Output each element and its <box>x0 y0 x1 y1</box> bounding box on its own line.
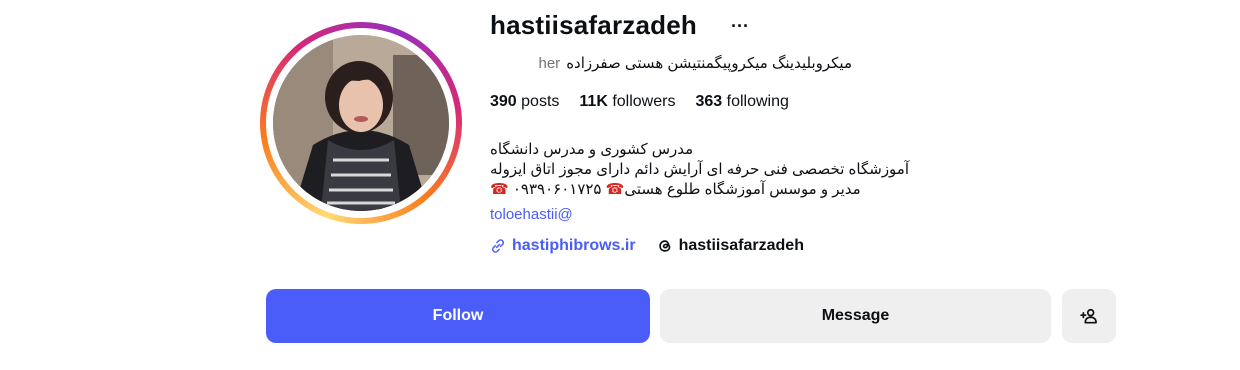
telephone-icon-2: ☎ <box>490 181 509 198</box>
website-link[interactable]: hastiphibrows.ir <box>489 237 636 255</box>
bio-line-3: مدیر و موسس آموزشگاه طلوع هستی☎ ۰۹۳۹۰۶۰۱… <box>490 180 970 200</box>
avatar-illustration <box>273 35 449 211</box>
bio-line-3-text: مدیر و موسس آموزشگاه طلوع هستی <box>624 181 861 198</box>
link-icon <box>491 239 505 253</box>
profile-stats: 390 posts 11K followers 363 following <box>490 91 789 113</box>
profile-pronouns: her <box>538 55 561 72</box>
suggested-accounts-button[interactable] <box>1062 289 1116 343</box>
following-count: 363 <box>695 93 723 110</box>
avatar-photo <box>273 35 449 211</box>
threads-link-label: hastiisafarzadeh <box>678 237 804 254</box>
profile-name-line: میکروبلیدینگ میکروپیگمنتیشن هستی صفرزاده… <box>490 53 853 75</box>
profile-avatar[interactable] <box>260 22 462 224</box>
threads-icon <box>658 240 670 252</box>
followers-label: followers <box>612 93 676 110</box>
bio-line-1: مدرس کشوری و مدرس دانشگاه <box>490 141 694 158</box>
profile-bio: مدرس کشوری و مدرس دانشگاه آموزشگاه تخصصی… <box>490 140 970 200</box>
posts-count: 390 <box>490 93 517 110</box>
followers-stat[interactable]: 11K followers <box>579 91 675 113</box>
more-options-icon[interactable]: ··· <box>731 16 749 36</box>
telephone-icon: ☎ <box>605 181 625 198</box>
bio-mention-link[interactable]: toloehastii@ <box>490 206 573 223</box>
following-label: following <box>726 93 789 110</box>
threads-link[interactable]: hastiisafarzadeh <box>656 237 804 255</box>
profile-username: hastiisafarzadeh <box>490 10 697 40</box>
posts-stat: 390 posts <box>490 91 559 113</box>
following-stat[interactable]: 363 following <box>695 91 788 113</box>
bio-line-2: آموزشگاه تخصصی فنی حرفه ای آرایش دائم دا… <box>490 161 910 178</box>
add-person-icon <box>1080 308 1097 324</box>
bio-phone: ۰۹۳۹۰۶۰۱۷۲۵ <box>512 181 602 198</box>
avatar-border <box>266 28 456 218</box>
profile-links: hastiphibrows.ir hastiisafarzadeh <box>489 237 804 255</box>
website-link-label: hastiphibrows.ir <box>512 237 636 254</box>
profile-full-name: میکروبلیدینگ میکروپیگمنتیشن هستی صفرزاده <box>566 55 852 72</box>
message-button[interactable]: Message <box>660 289 1051 343</box>
followers-count: 11K <box>579 93 608 110</box>
follow-button[interactable]: Follow <box>266 289 650 343</box>
posts-label: posts <box>521 93 560 110</box>
